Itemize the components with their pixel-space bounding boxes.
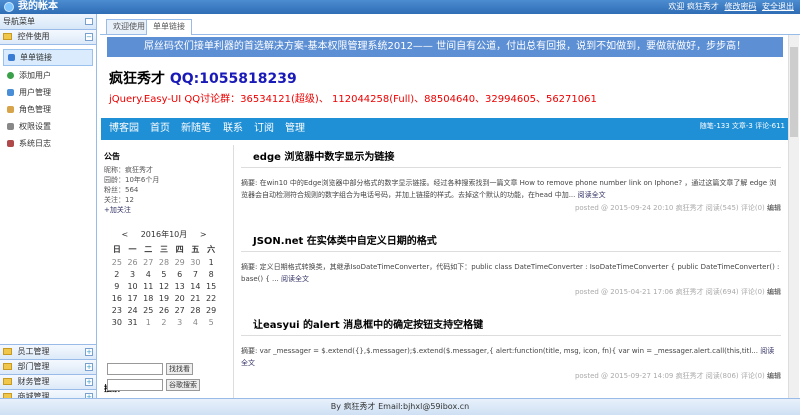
tab-strip: 欢迎使用 单单链接 (100, 14, 800, 35)
post-footer: posted @ 2015-09-27 14:09 疯狂秀才 阅读(806) 评… (574, 372, 781, 380)
search-area (101, 145, 233, 398)
user-area: 欢迎 疯狂秀才 修改密码 安全退出 (668, 0, 794, 14)
menu-item-role-manage[interactable]: 角色管理 (3, 102, 93, 117)
logout-link[interactable]: 安全退出 (762, 2, 794, 11)
nav-subscribe[interactable]: 订阅 (254, 118, 274, 140)
toggle-down-icon[interactable]: + (85, 378, 93, 386)
role-icon (7, 106, 14, 113)
folder-icon (3, 348, 12, 355)
scrollbar[interactable] (788, 35, 799, 398)
folder-icon (3, 33, 12, 40)
post-title[interactable]: JSON.net 在实体类中自定义日期的格式 (253, 232, 437, 247)
nav-blog-home[interactable]: 博客园 (109, 118, 139, 140)
nav-home[interactable]: 首页 (150, 118, 170, 140)
blog-nav: 博客园 首页 新随笔 联系 订阅 管理 随笔-133 文章-3 评论-611 (101, 118, 789, 140)
users-icon (7, 89, 14, 96)
post-divider (241, 167, 781, 168)
blog-subtitle: jQuery.Easy-UI QQ讨论群：36534121(超级)、 11204… (109, 94, 597, 105)
post-title[interactable]: edge 浏览器中数字显示为链接 (253, 148, 394, 163)
content-frame: 屌丝码农们接单利器的首选解决方案-基本权限管理系统2012—— 世间自有公道，付… (101, 35, 799, 398)
post-footer: posted @ 2015-09-24 20:10 疯狂秀才 阅读(545) 评… (574, 204, 781, 212)
key-icon (7, 123, 14, 130)
app-title: 我的帐本 (18, 1, 58, 12)
accordion-finance[interactable]: 财务管理 + (0, 375, 96, 390)
footer: By 疯狂秀才 Email:bjhxl@59ibox.cn (0, 398, 800, 415)
post-title[interactable]: 让easyui 的alert 消息框中的确定按钮支持空格键 (253, 316, 483, 331)
read-more-link[interactable]: 阅读全文 (281, 275, 309, 283)
nav-new-post[interactable]: 新随笔 (181, 118, 211, 140)
google-search-button[interactable]: 谷歌搜索 (166, 379, 200, 391)
welcome-text: 欢迎 疯狂秀才 (668, 2, 719, 11)
menu-list: 单单链接 添加用户 用户管理 角色管理 权限设置 系统日志 (0, 45, 96, 345)
search-input-google[interactable] (107, 379, 163, 391)
nav-panel-title: 导航菜单 (3, 17, 35, 26)
toggle-down-icon[interactable]: + (85, 348, 93, 356)
folder-icon (3, 378, 12, 385)
menu-item-permissions[interactable]: 权限设置 (3, 119, 93, 134)
nav-contact[interactable]: 联系 (223, 118, 243, 140)
menu-item-user-manage[interactable]: 用户管理 (3, 85, 93, 100)
edit-link[interactable]: 编辑 (767, 204, 781, 212)
folder-icon (3, 363, 12, 370)
post-desc: 摘要: var _messager = $.extend({},$.messag… (241, 347, 775, 367)
search-button[interactable]: 找找看 (166, 363, 193, 375)
menu-item-system-log[interactable]: 系统日志 (3, 136, 93, 151)
accordion-title: 控件使用 (17, 32, 50, 41)
change-password-link[interactable]: 修改密码 (724, 2, 756, 11)
nav-manage[interactable]: 管理 (285, 118, 305, 140)
log-icon (7, 140, 14, 147)
add-user-icon (7, 72, 14, 79)
post-divider (241, 335, 781, 336)
banner: 屌丝码农们接单利器的首选解决方案-基本权限管理系统2012—— 世间自有公道，付… (107, 37, 783, 57)
menu-item-add-user[interactable]: 添加用户 (3, 68, 93, 83)
post-desc: 摘要: 在win10 中的Edge浏览器中部分格式的数字显示链接。经过各种搜索找… (241, 179, 777, 199)
blog-stats: 随笔-133 文章-3 评论-611 (699, 122, 785, 130)
edit-link[interactable]: 编辑 (767, 372, 781, 380)
menu-item-link[interactable]: 单单链接 (3, 49, 93, 66)
app-logo-icon (4, 2, 14, 12)
toggle-up-icon[interactable]: − (85, 33, 93, 41)
scrollbar-thumb[interactable] (790, 47, 798, 137)
post-divider (241, 251, 781, 252)
search-input-blog[interactable] (107, 363, 163, 375)
post-footer: posted @ 2015-04-21 17:06 疯狂秀才 阅读(694) 评… (574, 288, 781, 296)
blog-title[interactable]: 疯狂秀才 QQ:1055818239 (109, 68, 297, 88)
title-bar: 我的帐本 欢迎 疯狂秀才 修改密码 安全退出 (0, 0, 800, 14)
read-more-link[interactable]: 阅读全文 (578, 191, 606, 199)
tab-link[interactable]: 单单链接 (146, 19, 192, 35)
nav-panel-header: 导航菜单 (0, 14, 96, 30)
edit-link[interactable]: 编辑 (767, 288, 781, 296)
post-desc: 摘要: 定义日期格式转换类，其继承IsoDateTimeConverter，代码… (241, 263, 780, 283)
link-icon (8, 54, 15, 61)
accordion-employee[interactable]: 员工管理 + (0, 345, 96, 360)
accordion-header-controls[interactable]: 控件使用 − (0, 30, 96, 45)
accordion-department[interactable]: 部门管理 + (0, 360, 96, 375)
collapse-icon[interactable] (85, 18, 93, 25)
toggle-down-icon[interactable]: + (85, 363, 93, 371)
nav-panel: 导航菜单 控件使用 − 单单链接 添加用户 用户管理 角色管理 权限设置 系统日… (0, 14, 97, 405)
